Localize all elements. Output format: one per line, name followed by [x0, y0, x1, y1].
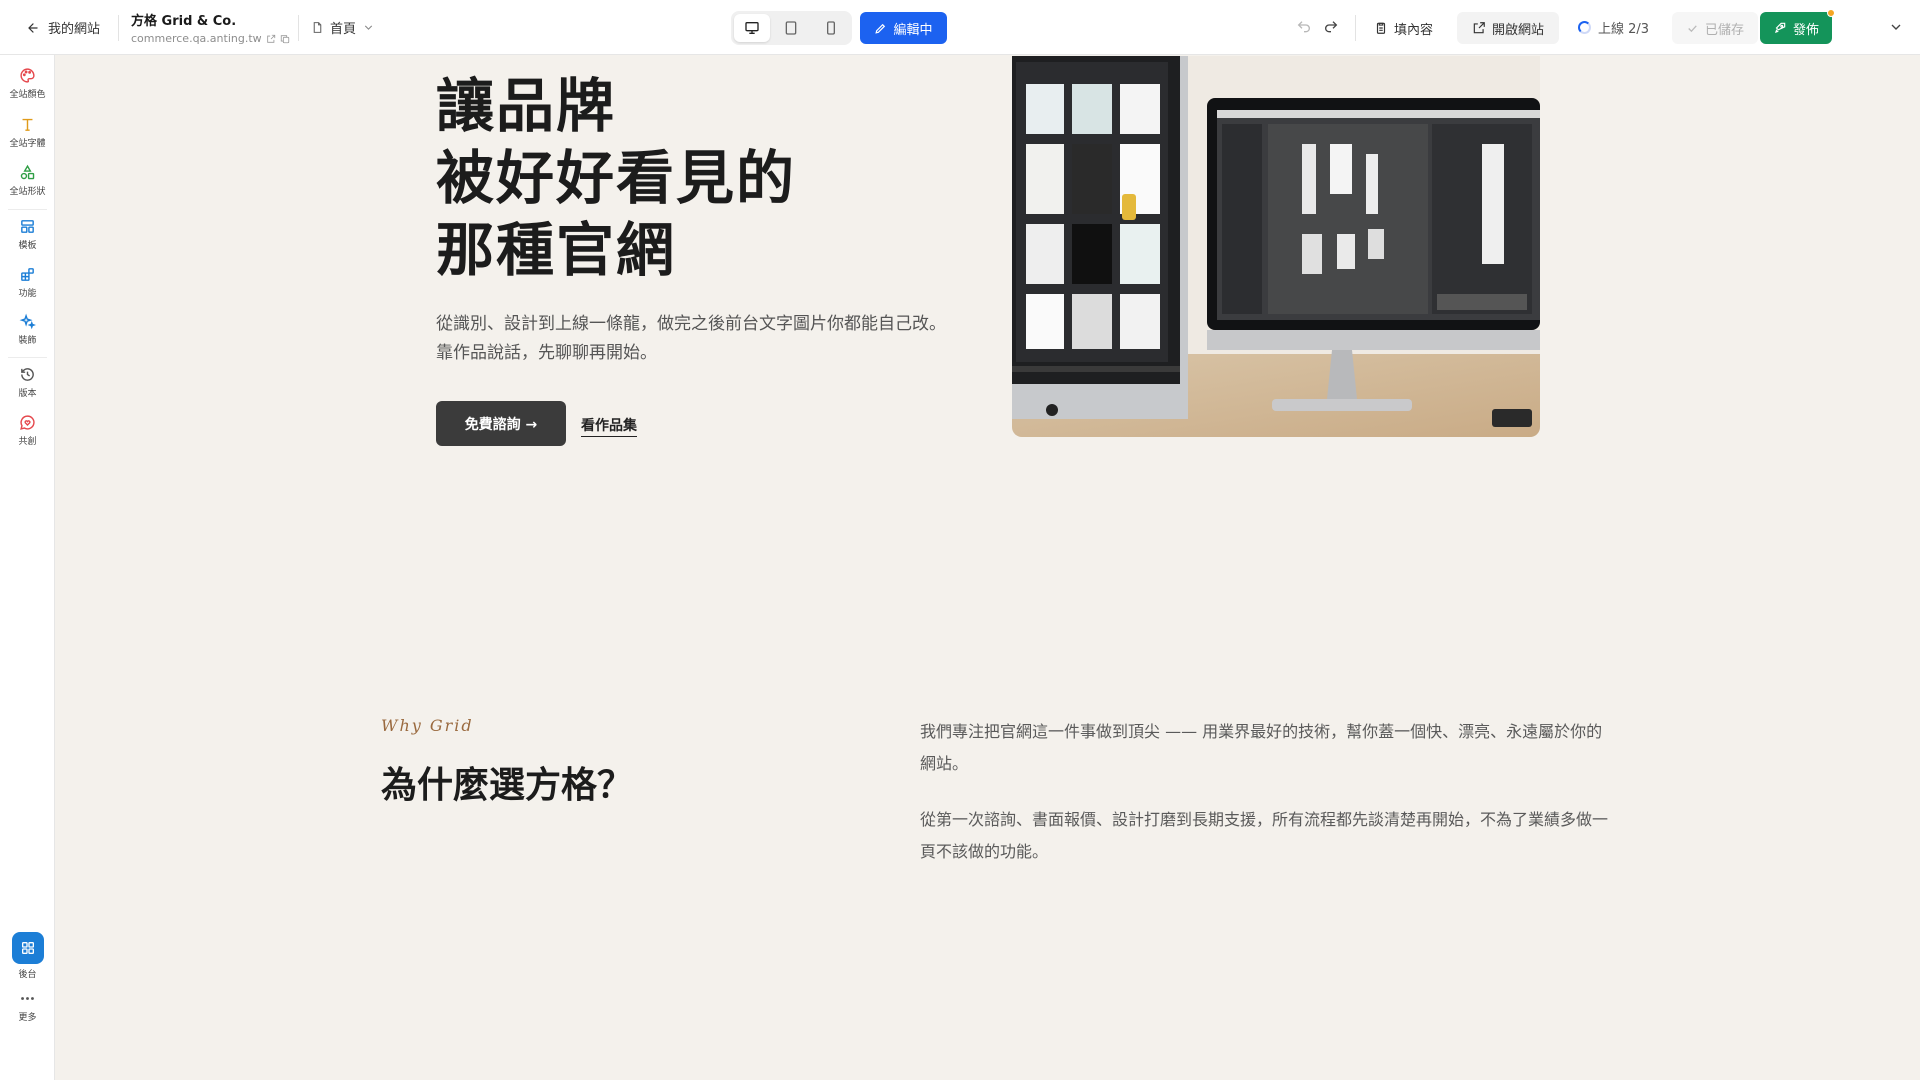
undo-icon — [1297, 21, 1310, 33]
open-site-button[interactable]: 開啟網站 — [1457, 12, 1559, 44]
copy-icon[interactable] — [280, 34, 290, 44]
rail-item-site-colors[interactable]: 全站顏色 — [0, 67, 55, 100]
rail-item-label: 全站字體 — [9, 139, 46, 149]
rail-item-backend[interactable]: 後台 — [0, 932, 55, 980]
pencil-icon — [875, 23, 886, 34]
rail-item-label: 功能 — [18, 289, 37, 299]
external-link-icon — [1473, 22, 1485, 34]
rail-item-templates[interactable]: 模板 — [0, 218, 55, 251]
chat-heart-icon — [20, 415, 35, 430]
rail-item-label: 模板 — [18, 241, 37, 251]
rocket-icon — [1774, 22, 1786, 34]
hero-title-line: 被好好看見的 — [436, 144, 797, 212]
rail-item-label: 全站形狀 — [9, 187, 46, 197]
external-link-icon[interactable] — [266, 34, 276, 44]
redo-button[interactable] — [1322, 18, 1340, 36]
grid-icon — [21, 942, 34, 954]
open-site-label: 開啟網站 — [1491, 22, 1544, 38]
why-paragraph: 我們專注把官網這一件事做到頂尖 —— 用業界最好的技術，幫你蓋一個快、漂亮、永遠… — [920, 722, 1603, 773]
why-paragraph: 從第一次諮詢、書面報價、設計打磨到長期支援，所有流程都先談清楚再開始，不為了業績… — [920, 810, 1609, 861]
rail-item-cocreate[interactable]: 共創 — [0, 414, 55, 447]
publish-progress-status: 上線 2/3 — [1578, 18, 1649, 37]
publish-progress-text: 上線 2/3 — [1598, 22, 1650, 37]
arrow-left-icon — [28, 22, 38, 33]
fill-content-button[interactable]: 填內容 — [1374, 15, 1433, 41]
chevron-down-icon[interactable] — [1888, 19, 1904, 35]
file-icon — [313, 22, 322, 33]
rail-item-label: 版本 — [18, 389, 37, 399]
rail-divider — [8, 357, 47, 358]
divider — [118, 15, 119, 41]
rail-item-site-fonts[interactable]: 全站字體 — [0, 116, 55, 149]
hero-image[interactable] — [1012, 56, 1540, 437]
chevron-down-icon — [364, 25, 373, 30]
rail-item-more[interactable]: 更多 — [0, 990, 55, 1023]
shapes-icon — [20, 164, 35, 180]
history-icon — [21, 368, 34, 381]
layout-icon — [21, 220, 34, 233]
why-eyebrow[interactable]: Why Grid — [381, 716, 474, 735]
free-consult-button[interactable]: 免費諮詢 → — [436, 401, 566, 446]
divider — [1355, 15, 1356, 41]
back-link-label: 我的網站 — [48, 22, 101, 37]
divider — [298, 15, 299, 41]
clipboard-icon — [1376, 22, 1386, 34]
publish-label: 發佈 — [1792, 22, 1819, 38]
device-desktop-button[interactable] — [734, 14, 771, 42]
smartphone-icon — [826, 21, 835, 35]
tablet-icon — [786, 21, 797, 35]
sparkles-icon — [19, 313, 36, 330]
hero-title-line: 讓品牌 — [436, 72, 617, 140]
hero-title[interactable]: 讓品牌 被好好看見的 那種官網 — [436, 70, 796, 286]
rail-item-features[interactable]: 功能 — [0, 266, 55, 299]
rail-item-label: 裝飾 — [18, 336, 37, 346]
redo-icon — [1325, 21, 1338, 33]
rail-item-label: 後台 — [18, 970, 37, 980]
monitor-icon — [745, 21, 759, 34]
undo-button[interactable] — [1295, 18, 1313, 36]
fill-content-label: 填內容 — [1394, 22, 1434, 38]
notification-dot — [1827, 9, 1835, 17]
saved-label: 已儲存 — [1704, 22, 1744, 38]
rail-divider — [8, 209, 47, 210]
portfolio-link[interactable]: 看作品集 — [581, 415, 637, 437]
site-info: 方格 Grid & Co. commerce.qa.anting.tw — [131, 10, 290, 45]
page-selector-label: 首頁 — [330, 22, 357, 37]
monitors-photo-illustration — [1012, 56, 1540, 437]
rail-item-versions[interactable]: 版本 — [0, 366, 55, 399]
device-mobile-button[interactable] — [813, 14, 849, 42]
rail-item-label: 更多 — [18, 1013, 37, 1023]
rail-item-site-shapes[interactable]: 全站形狀 — [0, 164, 55, 197]
saved-button: 已儲存 — [1672, 12, 1758, 44]
hero-title-line: 那種官網 — [436, 216, 677, 284]
left-tool-rail: 全站顏色 全站字體 全站形狀 模板 功能 裝飾 版本 共創 後台 更多 — [0, 55, 55, 1080]
type-icon — [22, 118, 33, 131]
why-title[interactable]: 為什麼選方格？ — [381, 756, 633, 808]
top-toolbar: 我的網站 方格 Grid & Co. commerce.qa.anting.tw… — [0, 0, 1920, 55]
device-switcher — [731, 11, 852, 45]
back-to-my-sites-link[interactable]: 我的網站 — [26, 18, 100, 37]
device-tablet-button[interactable] — [773, 14, 809, 42]
why-body[interactable]: 我們專注把官網這一件事做到頂尖 —— 用業界最好的技術，幫你蓋一個快、漂亮、永遠… — [920, 716, 1610, 868]
site-name: 方格 Grid & Co. — [131, 14, 237, 29]
spinner-icon — [1578, 21, 1591, 34]
edit-mode-label: 編輯中 — [893, 22, 933, 38]
more-horizontal-icon — [21, 997, 34, 1000]
edit-mode-button[interactable]: 編輯中 — [860, 12, 947, 44]
hero-subtitle[interactable]: 從識別、設計到上線一條龍，做完之後前台文字圖片你都能自己改。靠作品說話，先聊聊再… — [436, 310, 956, 368]
backend-tile — [11, 932, 44, 964]
site-domain: commerce.qa.anting.tw — [131, 32, 290, 45]
page-selector[interactable]: 首頁 — [311, 18, 375, 37]
rail-item-label: 全站顏色 — [9, 90, 46, 100]
rail-item-decorations[interactable]: 裝飾 — [0, 313, 55, 346]
publish-button[interactable]: 發佈 — [1760, 9, 1835, 44]
page-canvas[interactable]: 讓品牌 被好好看見的 那種官網 從識別、設計到上線一條龍，做完之後前台文字圖片你… — [56, 56, 1920, 1080]
check-icon — [1688, 24, 1697, 32]
rail-item-label: 共創 — [18, 437, 37, 447]
site-domain-text[interactable]: commerce.qa.anting.tw — [131, 32, 262, 45]
blocks-icon — [21, 268, 34, 281]
palette-icon — [20, 68, 35, 83]
